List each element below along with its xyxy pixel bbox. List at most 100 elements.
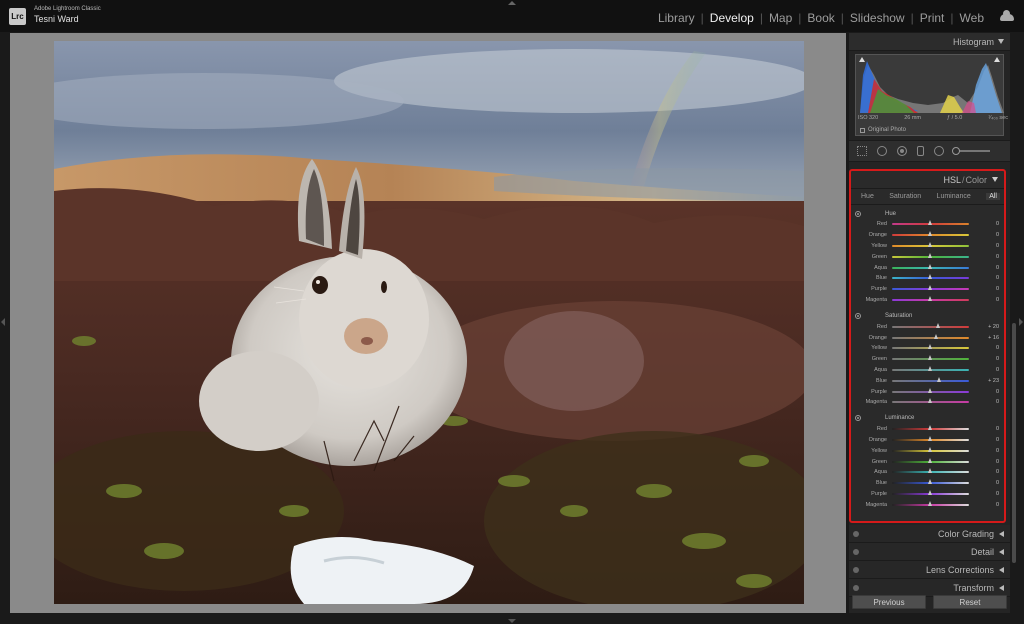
slider-saturation-aqua[interactable]: Aqua 0 <box>855 365 1004 376</box>
slider-saturation-blue[interactable]: Blue + 23 <box>855 375 1004 386</box>
module-print[interactable]: Print <box>914 11 951 25</box>
histogram-header[interactable]: Histogram <box>849 33 1010 51</box>
slider-thumb[interactable] <box>934 333 939 339</box>
slider-value[interactable]: 0 <box>969 356 999 362</box>
slider-thumb[interactable] <box>928 220 932 226</box>
slider-luminance-magenta[interactable]: Magenta 0 <box>855 499 1004 510</box>
histogram[interactable]: ISO 320 26 mm ƒ / 5.0 ¹⁄₄₀₀ sec Original… <box>855 54 1008 136</box>
slider-thumb[interactable] <box>928 241 932 247</box>
shadow-clipping-icon[interactable] <box>859 57 865 62</box>
slider-track[interactable] <box>892 446 969 452</box>
spot-removal-icon[interactable] <box>877 146 887 156</box>
slider-thumb[interactable] <box>928 344 932 350</box>
highlight-clipping-icon[interactable] <box>994 57 1000 62</box>
slider-thumb[interactable] <box>928 295 932 301</box>
panel-toggle-icon[interactable] <box>853 531 859 537</box>
slider-value[interactable]: 0 <box>969 254 999 260</box>
slider-luminance-orange[interactable]: Orange 0 <box>855 435 1004 446</box>
slider-thumb[interactable] <box>928 457 932 463</box>
detail-header[interactable]: Detail <box>849 543 1010 561</box>
right-panel-toggle-icon[interactable] <box>1019 318 1023 326</box>
left-panel-toggle-icon[interactable] <box>1 318 5 326</box>
slider-saturation-yellow[interactable]: Yellow 0 <box>855 343 1004 354</box>
panel-toggle-icon[interactable] <box>853 567 859 573</box>
slider-luminance-purple[interactable]: Purple 0 <box>855 489 1004 500</box>
slider-track[interactable] <box>892 355 969 361</box>
slider-track[interactable] <box>892 435 969 441</box>
slider-value[interactable]: 0 <box>969 399 999 405</box>
module-library[interactable]: Library <box>652 11 701 25</box>
slider-track[interactable] <box>892 231 969 237</box>
slider-thumb[interactable] <box>928 489 932 495</box>
slider-track[interactable] <box>892 489 969 495</box>
tool-slider[interactable] <box>952 147 990 155</box>
slider-saturation-red[interactable]: Red + 20 <box>855 321 1004 332</box>
reset-button[interactable]: Reset <box>933 595 1007 609</box>
slider-track[interactable] <box>892 274 969 280</box>
cloud-sync-icon[interactable] <box>1000 10 1014 21</box>
slider-value[interactable]: 0 <box>969 243 999 249</box>
slider-value[interactable]: 0 <box>969 297 999 303</box>
slider-hue-yellow[interactable]: Yellow 0 <box>855 241 1004 252</box>
slider-thumb[interactable] <box>928 365 932 371</box>
slider-luminance-blue[interactable]: Blue 0 <box>855 478 1004 489</box>
slider-value[interactable]: 0 <box>969 275 999 281</box>
slider-luminance-aqua[interactable]: Aqua 0 <box>855 467 1004 478</box>
module-slideshow[interactable]: Slideshow <box>844 11 911 25</box>
slider-hue-blue[interactable]: Blue 0 <box>855 273 1004 284</box>
slider-thumb[interactable] <box>928 425 932 431</box>
slider-track[interactable] <box>892 457 969 463</box>
slider-track[interactable] <box>892 285 969 291</box>
module-map[interactable]: Map <box>763 11 798 25</box>
module-book[interactable]: Book <box>801 11 840 25</box>
slider-hue-green[interactable]: Green 0 <box>855 251 1004 262</box>
slider-thumb[interactable] <box>928 500 932 506</box>
tab-luminance[interactable]: Luminance <box>937 193 971 200</box>
slider-thumb[interactable] <box>928 285 932 291</box>
slider-value[interactable]: 0 <box>969 265 999 271</box>
slider-hue-aqua[interactable]: Aqua 0 <box>855 262 1004 273</box>
slider-track[interactable] <box>892 263 969 269</box>
slider-thumb[interactable] <box>928 231 932 237</box>
scrollbar-thumb[interactable] <box>1012 323 1016 563</box>
panel-scrollbar[interactable] <box>1011 33 1017 613</box>
slider-value[interactable]: 0 <box>969 480 999 486</box>
slider-luminance-red[interactable]: Red 0 <box>855 424 1004 435</box>
slider-luminance-yellow[interactable]: Yellow 0 <box>855 445 1004 456</box>
tab-all[interactable]: All <box>986 193 1000 200</box>
slider-value[interactable]: 0 <box>969 448 999 454</box>
targeted-adjustment-icon[interactable] <box>855 210 861 217</box>
slider-value[interactable]: 0 <box>969 232 999 238</box>
slider-value[interactable]: 0 <box>969 459 999 465</box>
crop-overlay-icon[interactable] <box>857 146 867 156</box>
slider-value[interactable]: 0 <box>969 389 999 395</box>
slider-track[interactable] <box>892 479 969 485</box>
slider-value[interactable]: 0 <box>969 345 999 351</box>
masking-icon[interactable] <box>917 146 924 156</box>
slider-track[interactable] <box>892 365 969 371</box>
slider-hue-red[interactable]: Red 0 <box>855 219 1004 230</box>
slider-value[interactable]: 0 <box>969 469 999 475</box>
slider-thumb[interactable] <box>928 479 932 485</box>
hsl-header[interactable]: HSL / Color <box>851 171 1004 189</box>
slider-thumb[interactable] <box>928 398 932 404</box>
slider-saturation-magenta[interactable]: Magenta 0 <box>855 397 1004 408</box>
slider-value[interactable]: 0 <box>969 502 999 508</box>
slider-track[interactable] <box>892 398 969 404</box>
targeted-adjustment-icon[interactable] <box>855 415 861 422</box>
slider-track[interactable] <box>892 322 969 328</box>
slider-value[interactable]: 0 <box>969 286 999 292</box>
slider-thumb[interactable] <box>928 468 932 474</box>
previous-button[interactable]: Previous <box>852 595 926 609</box>
slider-saturation-orange[interactable]: Orange + 16 <box>855 332 1004 343</box>
slider-thumb[interactable] <box>928 252 932 258</box>
checkbox-icon[interactable] <box>860 127 865 133</box>
slider-hue-magenta[interactable]: Magenta 0 <box>855 295 1004 306</box>
slider-hue-purple[interactable]: Purple 0 <box>855 284 1004 295</box>
slider-luminance-green[interactable]: Green 0 <box>855 456 1004 467</box>
module-develop[interactable]: Develop <box>704 11 760 25</box>
tab-hue[interactable]: Hue <box>861 193 874 200</box>
slider-track[interactable] <box>892 252 969 258</box>
slider-value[interactable]: + 23 <box>969 378 999 384</box>
slider-track[interactable] <box>892 387 969 393</box>
